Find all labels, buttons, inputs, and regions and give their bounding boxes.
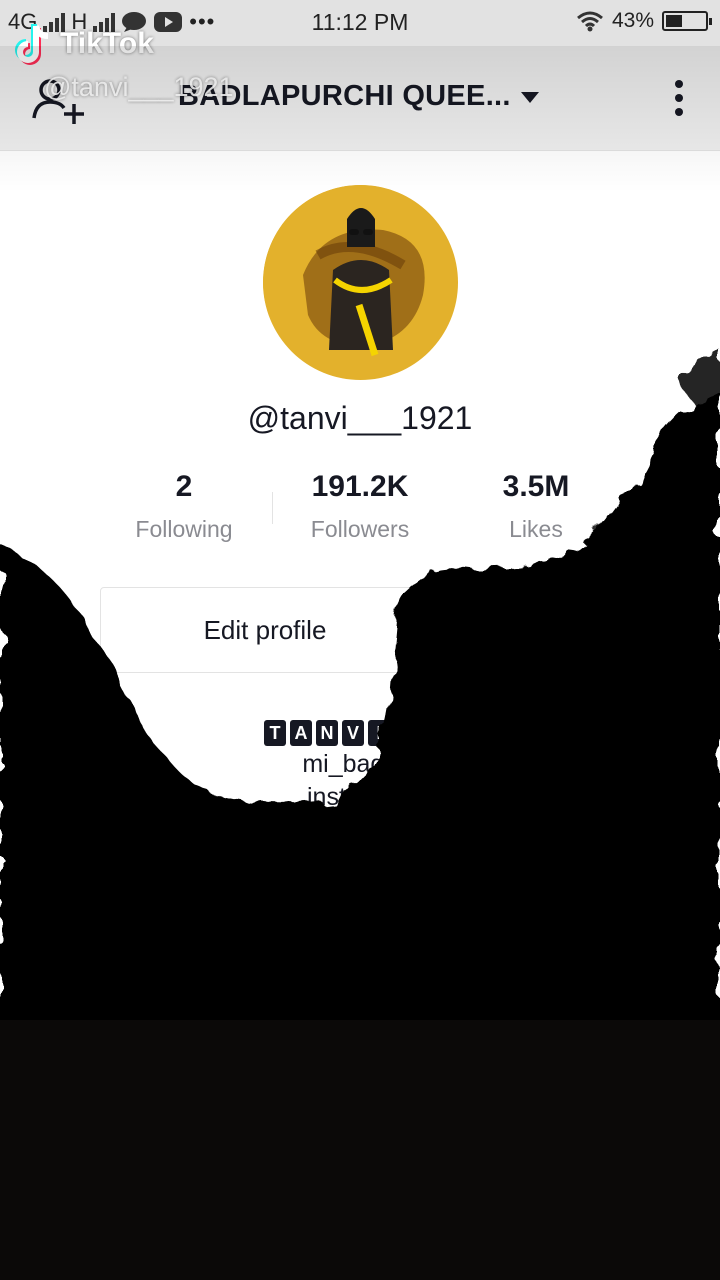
followers-count: 191.2K: [311, 470, 409, 503]
tiktok-watermark: TikTok @tanvi___1921: [14, 22, 234, 102]
likes-count: 3.5M: [502, 470, 570, 503]
stats-divider: [272, 492, 273, 524]
avatar-image: [263, 185, 457, 379]
bio-letter-tile: [394, 720, 404, 746]
more-vertical-icon[interactable]: [672, 80, 686, 120]
bio-letter-tile: V: [342, 720, 364, 746]
bio-line-3: insta @ta: [307, 783, 413, 811]
likes-label: Likes: [509, 516, 563, 542]
profile-bio: TANVI DO mi_badlap insta @ta: [0, 720, 720, 812]
bio-letter-tile: O: [434, 720, 456, 746]
following-count: 2: [175, 470, 193, 503]
profile-avatar[interactable]: [263, 185, 458, 380]
wifi-icon: [577, 11, 603, 32]
bio-line-2: mi_badlap: [302, 750, 418, 778]
battery-icon: [662, 11, 712, 31]
bio-letter-tile: T: [264, 720, 286, 746]
edit-profile-button[interactable]: Edit profile: [100, 587, 430, 673]
stat-followers[interactable]: 191.2K Followers: [270, 470, 450, 543]
followers-label: Followers: [310, 516, 410, 542]
watermark-handle: @tanvi___1921: [44, 72, 234, 102]
stat-following[interactable]: 2 Following: [94, 470, 274, 543]
profile-username: @tanvi___1921: [247, 400, 473, 436]
bio-letter-tile: I: [368, 720, 390, 746]
bio-letter-tile: N: [316, 720, 338, 746]
status-right: 43%: [576, 9, 712, 33]
battery-fill: [666, 15, 682, 27]
bio-letter-tile: D: [408, 720, 430, 746]
profile-stats: 2 Following 191.2K Followers 3.5M Likes: [0, 470, 720, 550]
tiktok-brand: TikTok: [60, 27, 154, 60]
bio-name-letters: TANVI DO: [264, 720, 456, 746]
caret-down-icon: [520, 92, 539, 103]
battery-percent: 43%: [611, 9, 654, 32]
tiktok-logo-icon: [15, 24, 49, 65]
bio-letter-tile: A: [290, 720, 312, 746]
stat-likes[interactable]: 3.5M Likes: [446, 470, 626, 543]
following-label: Following: [135, 516, 233, 542]
